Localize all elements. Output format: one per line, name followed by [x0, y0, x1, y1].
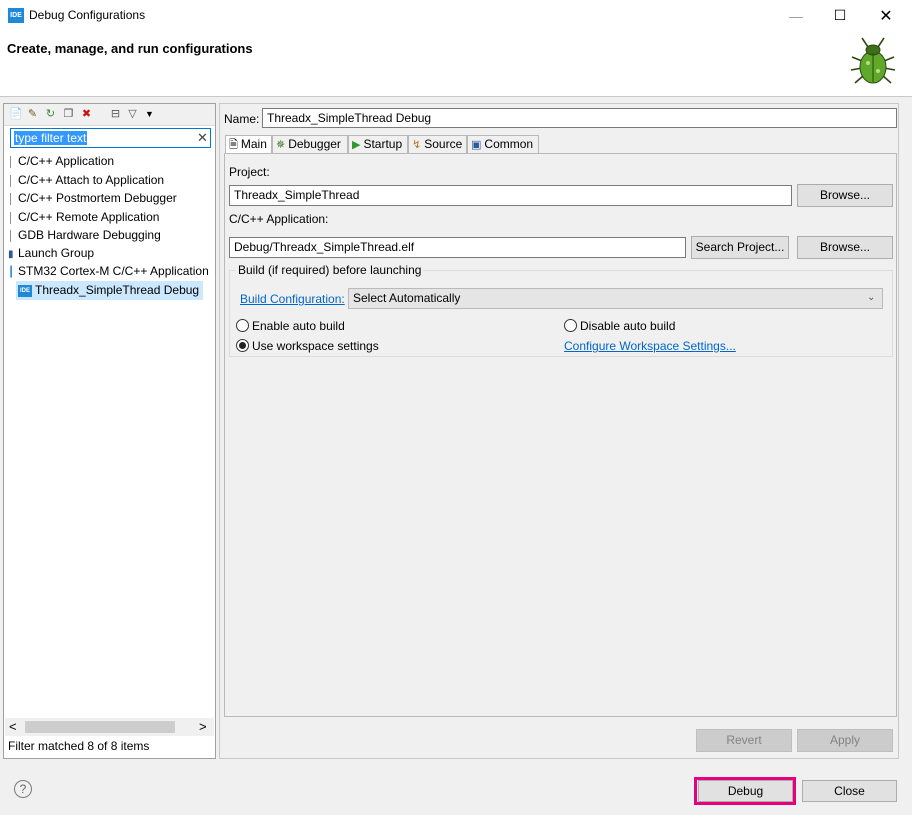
use-workspace-settings-radio[interactable]: Use workspace settings: [236, 339, 379, 355]
collapse-all-icon[interactable]: ⊟: [109, 108, 122, 121]
close-button[interactable]: Close: [802, 780, 897, 802]
minimize-button[interactable]: —: [773, 0, 819, 31]
ide-app-icon: IDE: [8, 8, 24, 23]
build-configuration-link[interactable]: Build Configuration:: [240, 292, 345, 306]
radio-label: Disable auto build: [580, 319, 676, 333]
name-input[interactable]: Threadx_SimpleThread Debug: [262, 108, 897, 128]
tree-item-label: C/C++ Postmortem Debugger: [18, 191, 177, 205]
new-prototype-icon[interactable]: ✎: [26, 108, 39, 121]
browse-project-button[interactable]: Browse...: [797, 184, 893, 207]
title-bar: IDE Debug Configurations — ☐ ✕: [0, 0, 912, 31]
tab-main[interactable]: 🗎 Main: [225, 135, 272, 154]
scrollbar-thumb[interactable]: [25, 721, 175, 733]
export-icon[interactable]: ↻: [44, 108, 57, 121]
build-group-label: Build (if required) before launching: [236, 263, 424, 277]
tree-item-label: C/C++ Application: [18, 154, 115, 168]
radio-indicator-selected: [236, 339, 249, 352]
startup-tab-icon: ▶: [352, 139, 361, 151]
view-menu-icon[interactable]: ▼: [143, 108, 156, 121]
header-title: Create, manage, and run configurations: [7, 41, 253, 56]
name-label: Name:: [224, 112, 260, 126]
window-title: Debug Configurations: [29, 8, 146, 22]
enable-auto-build-radio[interactable]: Enable auto build: [236, 319, 345, 335]
horizontal-scrollbar[interactable]: < >: [5, 718, 214, 736]
dialog-header: Create, manage, and run configurations: [0, 31, 912, 97]
close-window-button[interactable]: ✕: [863, 0, 909, 31]
delete-icon[interactable]: ✖: [80, 108, 93, 121]
configuration-tree-panel: 📄 ✎ ↻ ❐ ✖ ⊟ ▽ ▼ type filter text ✕ │ C/C+…: [3, 103, 216, 759]
chevron-down-icon: ⌄: [867, 292, 876, 303]
tree-item[interactable]: │ C/C++ Postmortem Debugger: [8, 189, 177, 207]
radio-label: Use workspace settings: [252, 339, 379, 353]
application-input[interactable]: Debug/Threadx_SimpleThread.elf: [229, 237, 686, 258]
tab-label: Debugger: [288, 137, 341, 151]
radio-indicator: [236, 319, 249, 332]
stm32-config-icon: ┃: [8, 267, 15, 278]
tree-item-selected[interactable]: IDE Threadx_SimpleThread Debug: [16, 281, 204, 300]
tree-item[interactable]: ▮ Launch Group: [8, 244, 94, 262]
tree-item[interactable]: │ GDB Hardware Debugging: [8, 226, 161, 244]
tab-label: Main: [240, 137, 267, 151]
tree-item[interactable]: │ C/C++ Remote Application: [8, 208, 159, 226]
search-project-button[interactable]: Search Project...: [691, 236, 789, 259]
application-label: C/C++ Application:: [229, 212, 329, 226]
tab-common[interactable]: ▣ Common: [467, 135, 539, 154]
tab-startup[interactable]: ▶ Startup: [348, 135, 408, 154]
revert-button[interactable]: Revert: [696, 729, 792, 752]
tree-item-label: GDB Hardware Debugging: [18, 228, 161, 242]
filter-status: Filter matched 8 of 8 items: [8, 739, 150, 753]
filter-input-text: type filter text: [14, 131, 88, 145]
maximize-button[interactable]: ☐: [817, 0, 863, 31]
clear-filter-icon[interactable]: ✕: [197, 130, 208, 146]
filter-input[interactable]: type filter text ✕: [10, 128, 211, 148]
new-configuration-icon[interactable]: 📄: [9, 108, 23, 121]
tab-label: Common: [484, 137, 534, 151]
config-type-icon: │: [8, 194, 15, 205]
tree-item[interactable]: │ C/C++ Application: [8, 152, 114, 170]
source-tab-icon: ↯: [412, 139, 422, 151]
duplicate-icon[interactable]: ❐: [62, 108, 75, 121]
tree-item-label: Launch Group: [18, 246, 95, 260]
debug-button[interactable]: Debug: [698, 780, 793, 802]
tree-item-label: STM32 Cortex-M C/C++ Application: [18, 264, 209, 278]
ide-config-icon: IDE: [18, 284, 32, 297]
tab-label: Startup: [363, 137, 403, 151]
bug-icon: [850, 37, 896, 84]
tree-toolbar: 📄 ✎ ↻ ❐ ✖ ⊟ ▽ ▼: [4, 104, 215, 126]
radio-indicator: [564, 319, 577, 332]
configuration-editor: Name: Threadx_SimpleThread Debug 🗎 Main ✵…: [219, 103, 899, 759]
disable-auto-build-radio[interactable]: Disable auto build: [564, 319, 675, 335]
tab-label: Source: [424, 137, 463, 151]
scroll-left-icon[interactable]: <: [9, 719, 17, 734]
apply-button[interactable]: Apply: [797, 729, 893, 752]
tree-item[interactable]: ┃ STM32 Cortex-M C/C++ Application: [8, 262, 209, 280]
radio-label: Enable auto build: [252, 319, 345, 333]
browse-application-button[interactable]: Browse...: [797, 236, 893, 259]
common-tab-icon: ▣: [471, 139, 482, 151]
filter-icon[interactable]: ▽: [126, 108, 139, 121]
build-configuration-select[interactable]: Select Automatically ⌄: [348, 288, 883, 309]
project-label: Project:: [229, 165, 270, 179]
tab-source[interactable]: ↯ Source: [408, 135, 467, 154]
tree-item-label: C/C++ Remote Application: [18, 210, 160, 224]
tab-debugger[interactable]: ✵ Debugger: [272, 135, 348, 154]
configure-workspace-settings-link[interactable]: Configure Workspace Settings...: [564, 339, 736, 353]
help-icon[interactable]: ?: [14, 780, 32, 798]
tree-item-label: C/C++ Attach to Application: [18, 173, 165, 187]
tree-item-label: Threadx_SimpleThread Debug: [35, 283, 200, 297]
build-options-group: Build (if required) before launching Bui…: [229, 263, 893, 357]
scroll-right-icon[interactable]: >: [199, 719, 207, 734]
debugger-tab-icon: ✵: [276, 139, 286, 151]
main-tab-content: Project: Threadx_SimpleThread Browse... …: [224, 153, 897, 717]
main-tab-icon: 🗎: [229, 139, 238, 151]
build-configuration-value: Select Automatically: [353, 291, 461, 305]
tree-item[interactable]: │ C/C++ Attach to Application: [8, 171, 164, 189]
project-input[interactable]: Threadx_SimpleThread: [229, 185, 792, 206]
config-type-icon: │: [8, 157, 15, 168]
